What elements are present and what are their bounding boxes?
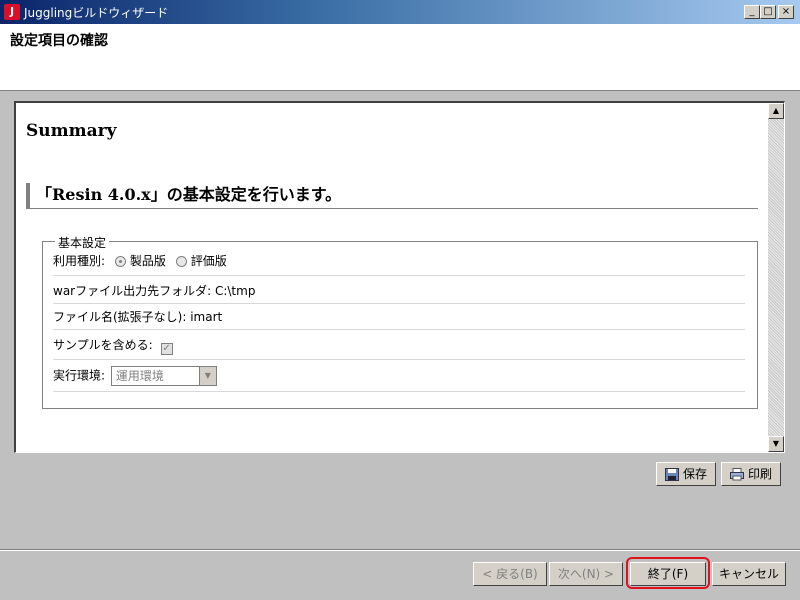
basic-settings-group: 基本設定 利用種別: 製品版 評価版 warファイル出力先フォルダ: C:\tm… <box>42 234 758 409</box>
maximize-button[interactable]: □ <box>760 5 776 19</box>
print-label: 印刷 <box>747 467 772 481</box>
section-heading: 「Resin 4.0.x」の基本設定を行います。 <box>26 183 758 209</box>
war-output-row: warファイル出力先フォルダ: C:\tmp <box>53 282 745 304</box>
save-label: 保存 <box>682 467 707 481</box>
minimize-button[interactable]: _ <box>744 5 760 19</box>
summary-title: Summary <box>26 121 117 141</box>
include-sample-label: サンプルを含める: <box>53 338 153 352</box>
wizard-window: J Jugglingビルドウィザード _ □ × 設定項目の確認 Summary… <box>0 0 800 600</box>
environment-select[interactable]: 運用環境 ▼ <box>110 366 217 386</box>
group-legend: 基本設定 <box>55 234 110 251</box>
environment-value: 運用環境 <box>115 369 164 383</box>
print-button[interactable]: 印刷 <box>721 462 781 486</box>
window-title: Jugglingビルドウィザード <box>24 6 169 20</box>
printer-icon <box>729 468 744 481</box>
file-name: ファイル名(拡張子なし): imart <box>53 310 223 324</box>
back-button[interactable]: < 戻る(B) <box>473 562 547 586</box>
scroll-up-button[interactable]: ▲ <box>768 103 784 119</box>
page-title: 設定項目の確認 <box>10 33 108 49</box>
chevron-down-icon[interactable]: ▼ <box>198 367 216 385</box>
usage-type-row: 利用種別: 製品版 評価版 <box>53 252 745 276</box>
usage-type-label: 利用種別: <box>53 254 106 268</box>
usage-option-evaluation-label: 評価版 <box>190 254 227 268</box>
include-sample-checkbox[interactable]: ✓ <box>160 343 173 355</box>
cancel-button[interactable]: キャンセル <box>712 562 786 586</box>
vertical-scrollbar[interactable]: ▲ ▼ <box>768 103 784 452</box>
usage-radio-product[interactable] <box>114 256 126 267</box>
include-sample-row: サンプルを含める: ✓ <box>53 336 745 360</box>
usage-option-product-label: 製品版 <box>129 254 166 268</box>
summary-panel: Summary 「Resin 4.0.x」の基本設定を行います。 基本設定 利用… <box>14 101 785 453</box>
close-button[interactable]: × <box>778 5 794 19</box>
environment-row: 実行環境: 運用環境 ▼ <box>53 366 745 392</box>
file-name-row: ファイル名(拡張子なし): imart <box>53 308 745 330</box>
next-button[interactable]: 次へ(N) > <box>549 562 623 586</box>
wizard-header: 設定項目の確認 <box>0 24 800 91</box>
save-button[interactable]: 保存 <box>656 462 716 486</box>
finish-button-highlight <box>626 557 710 589</box>
footer-divider <box>0 549 800 551</box>
juggling-app-icon: J <box>4 4 20 20</box>
title-bar[interactable]: J Jugglingビルドウィザード _ □ × <box>0 0 800 24</box>
war-output-folder: warファイル出力先フォルダ: C:\tmp <box>53 284 256 298</box>
scroll-down-button[interactable]: ▼ <box>768 436 784 452</box>
usage-radio-evaluation[interactable] <box>175 256 187 267</box>
floppy-disk-icon <box>664 468 679 481</box>
environment-label: 実行環境: <box>53 368 106 383</box>
